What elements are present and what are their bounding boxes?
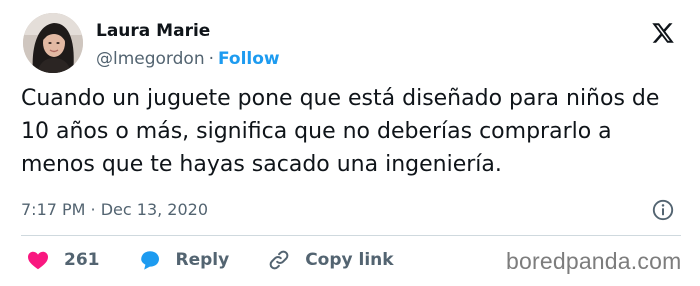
copy-link-button[interactable]: Copy link — [267, 248, 394, 272]
heart-icon — [28, 251, 48, 270]
x-logo-icon[interactable] — [651, 21, 675, 45]
like-button[interactable]: 261 — [26, 248, 138, 272]
handle-separator: · — [208, 49, 214, 69]
avatar[interactable] — [23, 13, 83, 73]
divider — [21, 235, 681, 236]
boredpanda-watermark: boredpanda.com — [506, 248, 682, 274]
author-handle[interactable]: @lmegordon — [96, 49, 205, 69]
tweet-text: Cuando un juguete pone que está diseñado… — [21, 86, 660, 177]
copy-link-label: Copy link — [305, 250, 394, 270]
author-handle-row: @lmegordon · Follow — [96, 49, 280, 69]
follow-button[interactable]: Follow — [218, 49, 280, 69]
tweet-timestamp[interactable]: 7:17 PM · Dec 13, 2020 — [21, 200, 208, 219]
tweet-actions: 261 Reply Copy link — [26, 248, 394, 272]
author-display-name[interactable]: Laura Marie — [96, 21, 210, 41]
like-count: 261 — [64, 250, 100, 270]
reply-label: Reply — [175, 250, 230, 270]
link-icon — [269, 250, 289, 270]
profile-photo — [23, 13, 83, 73]
info-icon[interactable] — [651, 198, 675, 222]
reply-button[interactable]: Reply — [138, 248, 268, 272]
speech-bubble-icon — [140, 251, 159, 270]
